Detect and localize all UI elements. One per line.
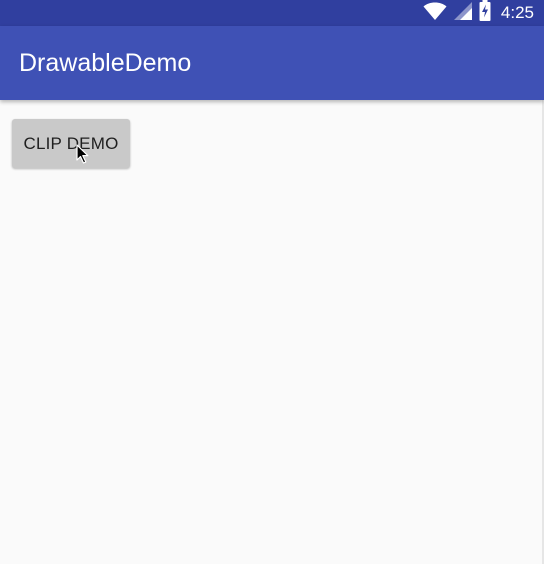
- wifi-icon: [423, 1, 447, 26]
- status-time: 4:25: [500, 3, 534, 22]
- signal-icon: [453, 1, 473, 26]
- app-bar: DrawableDemo: [0, 26, 544, 100]
- status-icons: 4:25: [423, 0, 534, 26]
- battery-charging-icon: [479, 0, 491, 26]
- status-bar: 4:25: [0, 0, 544, 26]
- clip-demo-button[interactable]: CLIP DEMO: [12, 119, 130, 168]
- mouse-cursor-icon: [76, 144, 90, 164]
- app-title: DrawableDemo: [19, 49, 192, 77]
- main-content: CLIP DEMO: [0, 100, 544, 564]
